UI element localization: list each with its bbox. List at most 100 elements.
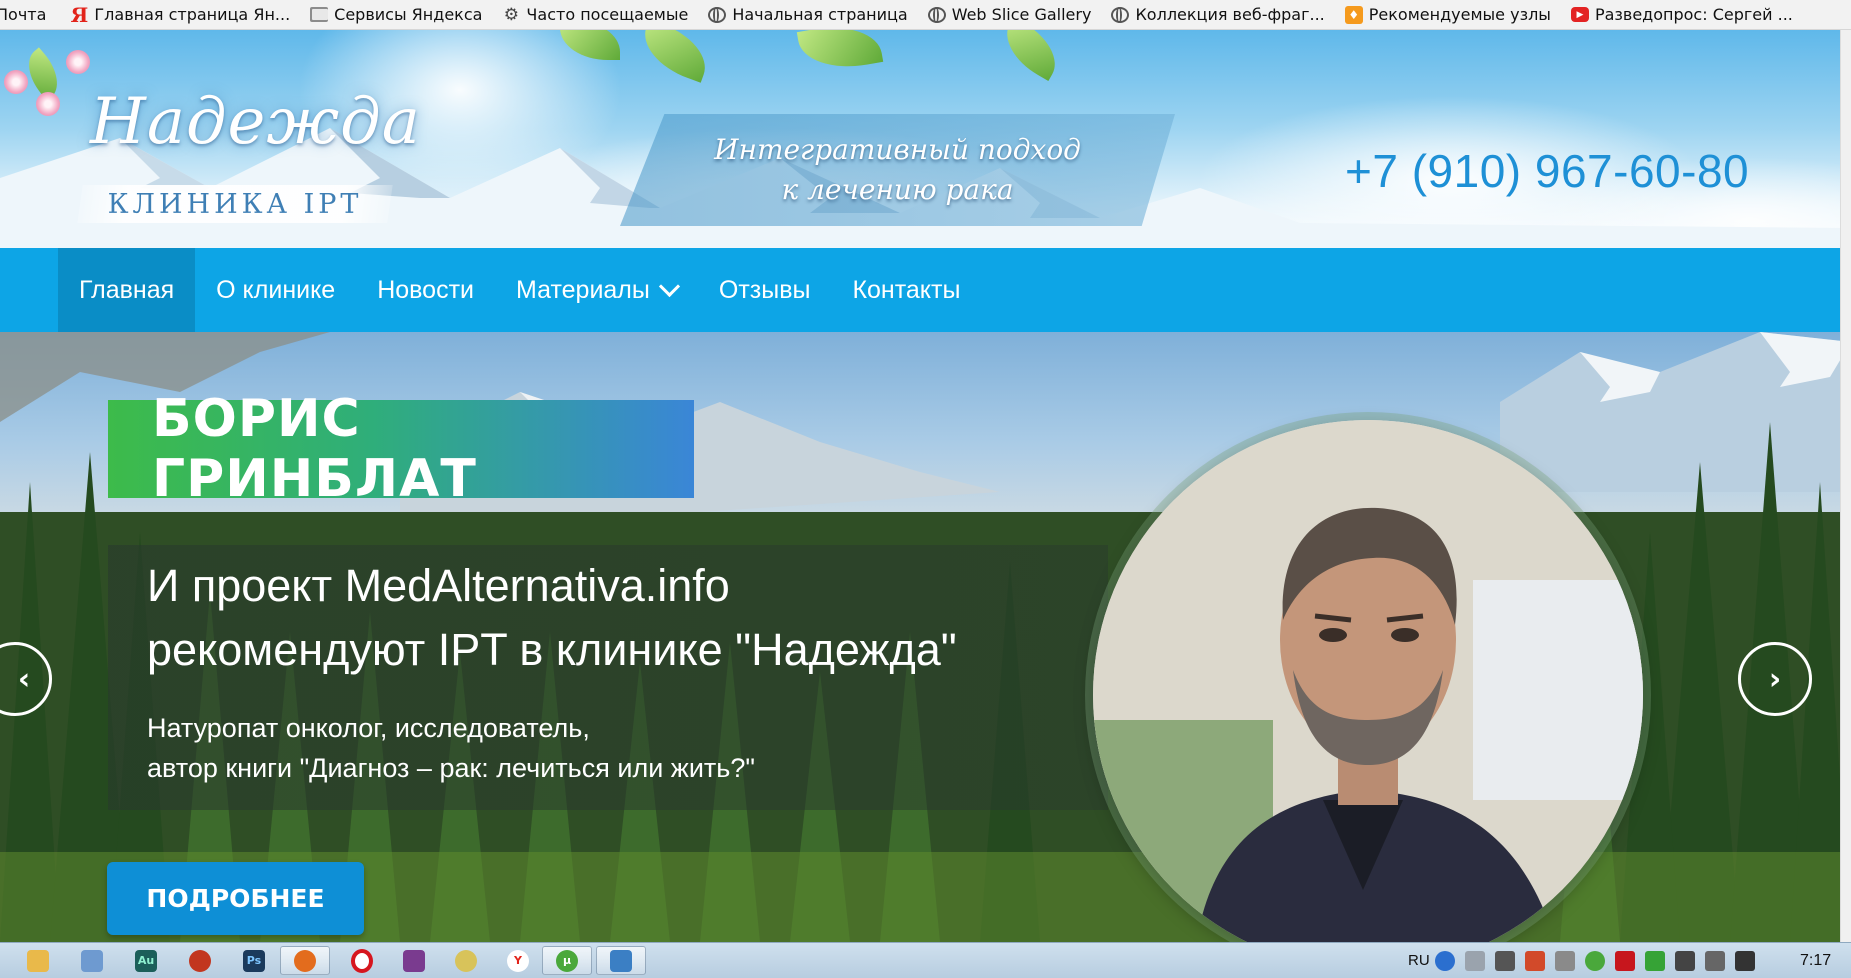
winrar-icon	[403, 949, 425, 972]
bookmark-mail[interactable]: Почта	[0, 5, 46, 24]
phone-number[interactable]: +7 (910) 967-60-80	[1345, 144, 1749, 198]
tagline-line: Интегративный подход	[714, 133, 1081, 166]
slide-headline-line: рекомендуют IPT в клинике "Надежда"	[147, 624, 957, 675]
audition-icon: Au	[135, 949, 157, 972]
tagline-banner: Интегративный подход к лечению рака	[620, 114, 1175, 226]
globe-icon	[1111, 6, 1130, 23]
speaker-name: БОРИС ГРИНБЛАТ	[152, 389, 477, 509]
bookmark-label: Рекомендуемые узлы	[1368, 5, 1551, 24]
bookmark-web-slice-gallery[interactable]: Web Slice Gallery	[927, 5, 1092, 24]
gear-icon: ⚙	[503, 4, 520, 25]
media-player-classic-icon	[455, 949, 477, 972]
connection-icon	[610, 949, 632, 972]
flag-icon[interactable]	[1734, 950, 1755, 971]
firefox-icon	[294, 949, 316, 972]
bookmark-yandex-services[interactable]: Сервисы Яндекса	[310, 5, 482, 24]
chevron-right-icon: ›	[1768, 661, 1782, 697]
volume-icon[interactable]	[1704, 950, 1725, 971]
taskbar-utorrent[interactable]: µ	[542, 946, 592, 975]
leaf-decoration	[994, 30, 1068, 81]
bookmark-label: Сервисы Яндекса	[334, 5, 483, 24]
update-icon[interactable]	[1644, 950, 1665, 971]
help-icon[interactable]	[1434, 950, 1455, 971]
photoshop-icon: Ps	[243, 949, 265, 972]
folder-icon	[27, 949, 49, 972]
chevron-down-icon	[658, 275, 680, 297]
leaf-decoration	[634, 30, 716, 83]
display-icon[interactable]	[1674, 950, 1695, 971]
taskbar-opera[interactable]	[340, 946, 384, 975]
tool-icon[interactable]	[1554, 950, 1575, 971]
nav-item-news[interactable]: Новости	[356, 248, 495, 332]
speaker-portrait	[1093, 420, 1643, 942]
more-button[interactable]: ПОДРОБНЕЕ	[107, 862, 364, 935]
yandex-icon: Я	[70, 2, 89, 27]
network-icon[interactable]	[1494, 950, 1515, 971]
utorrent-icon: µ	[556, 949, 578, 972]
logo-subtitle: КЛИНИКА IPT	[107, 189, 363, 220]
nav-item-home[interactable]: Главная	[58, 248, 196, 332]
globe-icon	[927, 6, 946, 23]
bookmark-label: Разведопрос: Сергей ...	[1594, 5, 1793, 24]
bookmark-label: Web Slice Gallery	[951, 5, 1092, 24]
bookmark-label: Почта	[0, 5, 47, 24]
bookmark-yandex-home[interactable]: Я Главная страница Ян...	[70, 2, 291, 27]
chevron-left-icon: ‹	[17, 661, 31, 697]
bookmarks-bar: Почта Я Главная страница Ян... Сервисы Я…	[0, 0, 1851, 30]
bookmark-youtube-video[interactable]: ▶ Разведопрос: Сергей ...	[1570, 5, 1793, 24]
nav-item-label: О клинике	[216, 275, 336, 304]
bookmark-most-visited[interactable]: ⚙ Часто посещаемые	[502, 4, 689, 25]
main-nav: Главная О клинике Новости Материалы Отзы…	[0, 248, 1851, 332]
bookmark-label: Часто посещаемые	[526, 5, 689, 24]
taskbar-yandex-browser[interactable]: Y	[496, 946, 540, 975]
speaker-name-banner: БОРИС ГРИНБЛАТ	[108, 389, 694, 509]
speaker-icon[interactable]	[1524, 950, 1545, 971]
paint-icon	[81, 949, 103, 972]
globe-icon	[708, 6, 727, 23]
nav-items: Главная О клинике Новости Материалы Отзы…	[58, 248, 981, 332]
logo-name: Надежда	[90, 85, 421, 159]
nav-item-about[interactable]: О клинике	[195, 248, 356, 332]
taskbar-firefox[interactable]	[280, 946, 330, 975]
bookmark-start-page[interactable]: Начальная страница	[708, 5, 908, 24]
site-logo[interactable]: Надежда КЛИНИКА IPT	[77, 85, 420, 235]
page-scrollbar[interactable]	[1840, 30, 1851, 942]
nav-item-materials[interactable]: Материалы	[495, 248, 698, 332]
nav-item-contacts[interactable]: Контакты	[831, 248, 981, 332]
site-header: Надежда КЛИНИКА IPT Интегративный подход…	[0, 30, 1851, 248]
bookmark-label: Коллекция веб-фраг...	[1135, 5, 1325, 24]
taskbar-connection[interactable]	[596, 946, 646, 975]
nav-item-label: Контакты	[852, 275, 961, 304]
slider-next-button[interactable]: ›	[1738, 642, 1812, 716]
taskbar-audition[interactable]: Au	[124, 946, 168, 975]
youtube-icon: ▶	[1570, 7, 1589, 22]
folder-icon	[310, 7, 329, 22]
opera-icon	[351, 948, 373, 973]
slide-description: Натуропат онколог, исследователь, автор …	[147, 708, 755, 788]
slide-headline: И проект MedAlternativa.info рекомендуют…	[147, 554, 957, 682]
taskbar-photoshop[interactable]: Ps	[232, 946, 276, 975]
taskbar-winrar[interactable]	[392, 946, 436, 975]
portrait-illustration	[1093, 420, 1643, 942]
chevron-up-icon[interactable]	[1464, 950, 1485, 971]
hero-slider: БОРИС ГРИНБЛАТ И проект MedAlternativa.i…	[0, 332, 1851, 942]
slide-headline-line: И проект MedAlternativa.info	[147, 560, 730, 611]
adobe-icon[interactable]	[1614, 950, 1635, 971]
leaf-decoration	[796, 30, 884, 76]
slide-description-line: Натуропат онколог, исследователь,	[147, 713, 590, 743]
bookmark-web-fragments[interactable]: Коллекция веб-фраг...	[1111, 5, 1325, 24]
nav-item-label: Отзывы	[718, 275, 811, 304]
utorrent-tray-icon[interactable]	[1584, 950, 1605, 971]
taskbar-file-explorer[interactable]	[16, 946, 60, 975]
taskbar-media-player[interactable]	[178, 946, 222, 975]
taskbar-media-player-classic[interactable]	[444, 946, 488, 975]
language-indicator[interactable]: RU	[1408, 952, 1430, 969]
nav-item-reviews[interactable]: Отзывы	[698, 248, 832, 332]
taskbar-clock[interactable]: 7:17	[1800, 952, 1831, 970]
system-tray: RU	[1408, 943, 1760, 978]
taskbar-paint[interactable]	[70, 946, 114, 975]
blossom-decoration	[36, 92, 60, 116]
bookmark-suggested-sites[interactable]: ♦ Рекомендуемые узлы	[1344, 5, 1551, 24]
feed-icon: ♦	[1344, 5, 1363, 24]
nav-item-label: Материалы	[516, 275, 650, 304]
